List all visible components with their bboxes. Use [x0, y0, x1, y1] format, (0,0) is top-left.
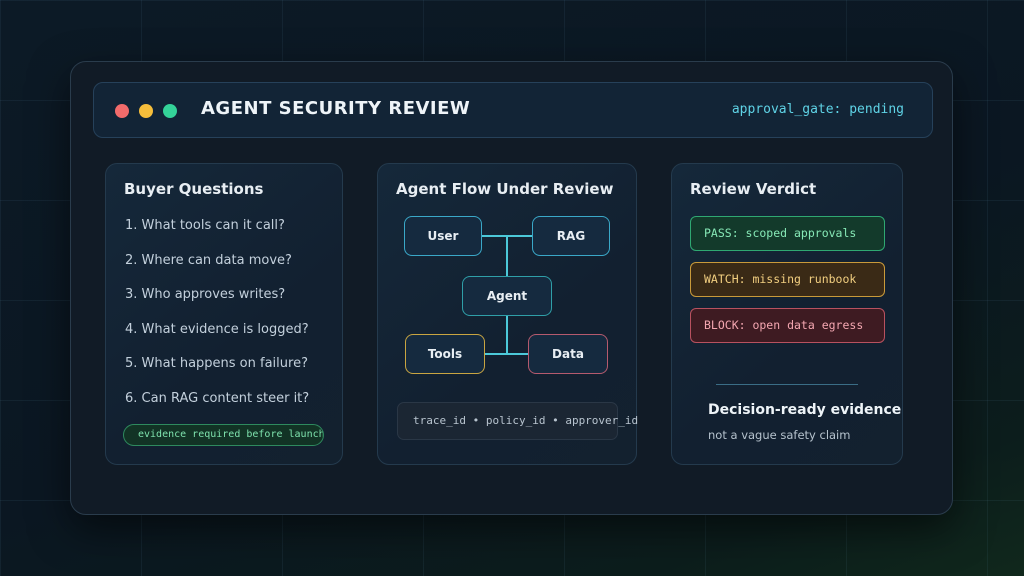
flow-node-data[interactable]: Data: [528, 334, 608, 374]
review-verdict-title: Review Verdict: [690, 180, 817, 198]
question-item: 3. Who approves writes?: [125, 287, 286, 303]
question-item: 5. What happens on failure?: [125, 356, 308, 372]
buyer-questions-title: Buyer Questions: [124, 180, 264, 198]
trace-fields: trace_id • policy_id • approver_id: [397, 402, 638, 440]
review-window: AGENT SECURITY REVIEW approval_gate: pen…: [70, 61, 953, 515]
flow-node-tools[interactable]: Tools: [405, 334, 485, 374]
close-dot-icon[interactable]: [115, 104, 129, 118]
question-item: 4. What evidence is logged?: [125, 321, 309, 337]
review-verdict-panel: Review Verdict PASS: scoped approvals WA…: [671, 163, 903, 465]
divider: [716, 384, 858, 385]
minimize-dot-icon[interactable]: [139, 104, 153, 118]
verdict-pass-badge: PASS: scoped approvals: [690, 216, 885, 251]
title-bar: AGENT SECURITY REVIEW approval_gate: pen…: [93, 82, 933, 138]
evidence-required-tag: evidence required before launch: [123, 424, 324, 446]
window-title: AGENT SECURITY REVIEW: [201, 98, 471, 119]
flow-node-agent[interactable]: Agent: [462, 276, 552, 316]
question-item: 6. Can RAG content steer it?: [125, 390, 310, 406]
question-list: 1. What tools can it call? 2. Where can …: [125, 218, 309, 426]
flow-node-rag[interactable]: RAG: [532, 216, 610, 256]
flow-node-user[interactable]: User: [404, 216, 482, 256]
verdict-block-badge: BLOCK: open data egress: [690, 308, 885, 343]
question-item: 1. What tools can it call?: [125, 218, 285, 233]
approval-gate-status: approval_gate: pending: [731, 102, 904, 117]
question-item: 2. Where can data move?: [125, 252, 292, 268]
agent-flow-panel: Agent Flow Under Review User RAG Agent T…: [377, 163, 638, 465]
evidence-summary-heading: Decision-ready evidence: [708, 402, 902, 418]
buyer-questions-panel: Buyer Questions 1. What tools can it cal…: [105, 163, 343, 465]
verdict-watch-badge: WATCH: missing runbook: [690, 262, 885, 297]
maximize-dot-icon[interactable]: [163, 104, 177, 118]
evidence-summary-subtext: not a vague safety claim: [708, 428, 851, 442]
